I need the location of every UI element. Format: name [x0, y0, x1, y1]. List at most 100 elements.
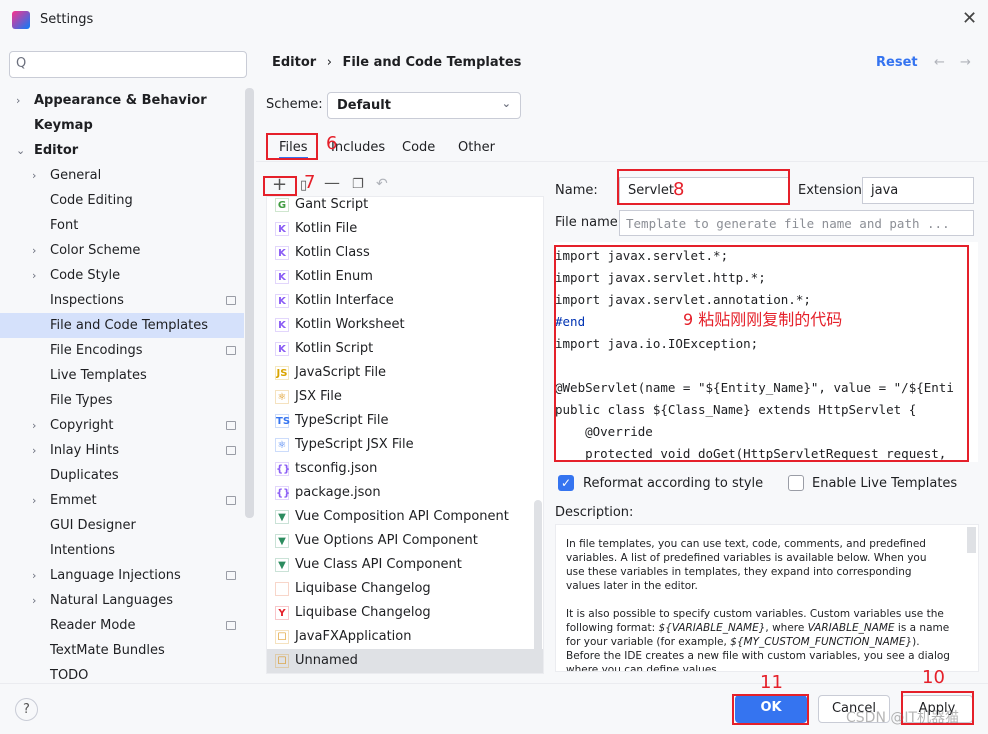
sidebar-item[interactable]: › Inlay Hints: [0, 438, 244, 463]
template-list-item[interactable]: Y Liquibase Changelog: [267, 601, 543, 625]
file-type-icon: ▼: [275, 534, 289, 548]
breadcrumb-parent[interactable]: Editor: [272, 55, 316, 70]
template-list-item[interactable]: K Kotlin Interface: [267, 289, 543, 313]
template-list-item[interactable]: ⚛ TypeScript JSX File: [267, 433, 543, 457]
sidebar-item[interactable]: TODO: [0, 663, 244, 688]
sidebar-item[interactable]: ⌄ Editor: [0, 138, 244, 163]
project-settings-icon: [226, 621, 236, 630]
chevron-down-icon: ⌄: [501, 97, 511, 110]
template-list-item[interactable]: TS TypeScript File: [267, 409, 543, 433]
chevron-right-icon[interactable]: ›: [32, 238, 36, 263]
sidebar-item[interactable]: Intentions: [0, 538, 244, 563]
sidebar-item[interactable]: TextMate Bundles: [0, 638, 244, 663]
sidebar-item[interactable]: Reader Mode: [0, 613, 244, 638]
forward-arrow-icon[interactable]: →: [960, 55, 971, 70]
sidebar-item[interactable]: Font: [0, 213, 244, 238]
scheme-select[interactable]: Default ⌄: [327, 92, 521, 119]
sidebar-item[interactable]: File and Code Templates: [0, 313, 244, 338]
sidebar-item[interactable]: File Types: [0, 388, 244, 413]
template-list-item[interactable]: K Kotlin Script: [267, 337, 543, 361]
template-list-item[interactable]: {} package.json: [267, 481, 543, 505]
live-templates-checkbox[interactable]: [788, 475, 804, 491]
reformat-label[interactable]: Reformat according to style: [583, 476, 763, 491]
sidebar-item-label: Duplicates: [50, 468, 119, 483]
template-list-item[interactable]: Liquibase Changelog: [267, 577, 543, 601]
sidebar-item-label: Natural Languages: [50, 593, 174, 608]
template-list-item[interactable]: K Kotlin Enum: [267, 265, 543, 289]
sidebar-item[interactable]: Inspections: [0, 288, 244, 313]
list-scrollbar[interactable]: [534, 500, 542, 670]
template-list-item[interactable]: K Kotlin File: [267, 217, 543, 241]
tab-other[interactable]: Other: [458, 137, 495, 159]
annotation-10: 10: [922, 667, 945, 688]
back-arrow-icon[interactable]: ←: [934, 55, 945, 70]
sidebar-item[interactable]: GUI Designer: [0, 513, 244, 538]
sidebar-item[interactable]: Code Editing: [0, 188, 244, 213]
sidebar-item[interactable]: › Language Injections: [0, 563, 244, 588]
template-list-item[interactable]: JS JavaScript File: [267, 361, 543, 385]
sidebar-scrollbar[interactable]: [245, 88, 254, 518]
template-list-item[interactable]: ☐ Unnamed: [267, 649, 543, 673]
remove-template-icon[interactable]: —: [324, 173, 340, 192]
tab-includes[interactable]: Includes: [331, 137, 385, 159]
template-list-item[interactable]: G Gant Script: [267, 197, 543, 217]
chevron-right-icon[interactable]: ›: [32, 413, 36, 438]
template-list-item[interactable]: ▼ Vue Class API Component: [267, 553, 543, 577]
template-list-item[interactable]: ▼ Vue Composition API Component: [267, 505, 543, 529]
file-type-icon: K: [275, 342, 289, 356]
chevron-right-icon[interactable]: ›: [32, 563, 36, 588]
template-list-item[interactable]: ⚛ JSX File: [267, 385, 543, 409]
template-list-item[interactable]: ☐ JavaFXApplication: [267, 625, 543, 649]
template-name: Vue Options API Component: [295, 533, 478, 548]
settings-search-input[interactable]: Q: [9, 51, 247, 78]
chevron-down-icon[interactable]: ⌄: [16, 138, 25, 163]
template-name: JSX File: [295, 389, 342, 404]
template-list-item[interactable]: {} tsconfig.json: [267, 457, 543, 481]
breadcrumb-current: File and Code Templates: [342, 55, 522, 70]
sidebar-item[interactable]: › Code Style: [0, 263, 244, 288]
tab-code[interactable]: Code: [402, 137, 435, 159]
help-button[interactable]: ?: [15, 698, 38, 721]
sidebar-item[interactable]: › Natural Languages: [0, 588, 244, 613]
reset-link[interactable]: Reset: [876, 55, 918, 70]
reformat-checkbox[interactable]: ✓: [558, 475, 574, 491]
sidebar-item[interactable]: › Copyright: [0, 413, 244, 438]
template-list-item[interactable]: K Kotlin Class: [267, 241, 543, 265]
chevron-right-icon[interactable]: ›: [32, 588, 36, 613]
sidebar-item[interactable]: › General: [0, 163, 244, 188]
sidebar-item[interactable]: › Emmet: [0, 488, 244, 513]
file-type-icon: Y: [275, 606, 289, 620]
sidebar-item[interactable]: Keymap: [0, 113, 244, 138]
sidebar-item[interactable]: Duplicates: [0, 463, 244, 488]
chevron-right-icon[interactable]: ›: [32, 488, 36, 513]
template-list-item[interactable]: K Kotlin Worksheet: [267, 313, 543, 337]
sidebar-item[interactable]: Live Templates: [0, 363, 244, 388]
chevron-right-icon[interactable]: ›: [16, 88, 20, 113]
file-type-icon: ▼: [275, 510, 289, 524]
file-type-icon: K: [275, 222, 289, 236]
sidebar-item[interactable]: › Appearance & Behavior: [0, 88, 244, 113]
template-name: Kotlin Interface: [295, 293, 394, 308]
live-templates-label[interactable]: Enable Live Templates: [812, 476, 957, 491]
sidebar-item-label: TextMate Bundles: [50, 643, 165, 658]
sidebar-item-label: Intentions: [50, 543, 116, 558]
sidebar-item[interactable]: File Encodings: [0, 338, 244, 363]
file-type-icon: K: [275, 270, 289, 284]
window-title: Settings: [40, 12, 94, 27]
chevron-right-icon[interactable]: ›: [32, 263, 36, 288]
description-scrollbar[interactable]: [967, 527, 976, 553]
reset-template-icon[interactable]: ↶: [376, 176, 388, 192]
chevron-right-icon[interactable]: ›: [32, 438, 36, 463]
file-name-input[interactable]: Template to generate file name and path …: [619, 210, 974, 236]
chevron-right-icon[interactable]: ›: [32, 163, 36, 188]
close-icon[interactable]: ✕: [962, 8, 977, 29]
template-name: JavaFXApplication: [295, 629, 412, 644]
copy-template-icon[interactable]: ❐: [352, 177, 364, 192]
sidebar-item[interactable]: › Color Scheme: [0, 238, 244, 263]
extension-input[interactable]: java: [862, 177, 974, 204]
sidebar-item-label: Reader Mode: [50, 618, 136, 633]
template-list-item[interactable]: ▼ Vue Options API Component: [267, 529, 543, 553]
app-logo-icon: [12, 11, 30, 29]
extension-value: java: [871, 183, 899, 198]
template-name: package.json: [295, 485, 381, 500]
